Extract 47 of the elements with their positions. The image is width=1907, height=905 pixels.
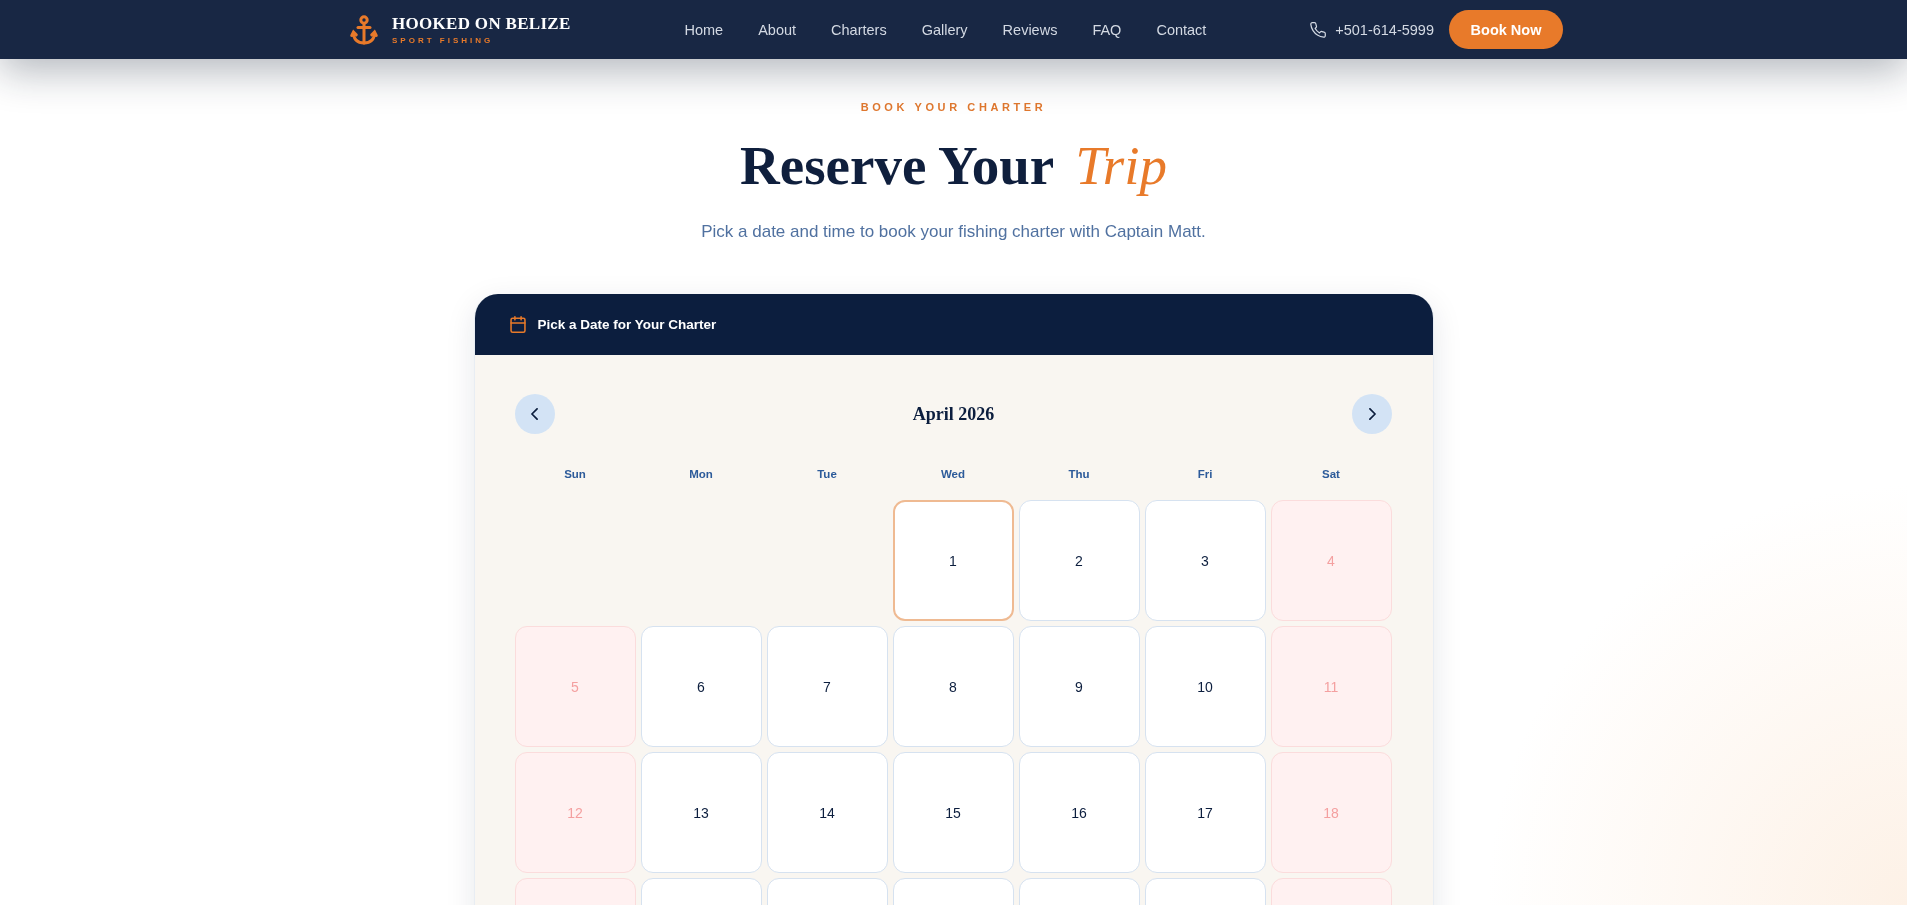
chevron-right-icon xyxy=(1369,408,1376,420)
day-cell[interactable]: 13 xyxy=(640,752,762,873)
day-cell[interactable]: 6 xyxy=(640,626,762,747)
month-title: April 2026 xyxy=(912,403,995,425)
phone-link[interactable]: +501-614-5999 xyxy=(1335,21,1434,38)
day-cell[interactable]: 17 xyxy=(1144,752,1266,873)
day-cell[interactable]: 2 xyxy=(1018,500,1140,621)
page-subtitle: Pick a date and time to book your fishing charter with Captain Matt. xyxy=(701,221,1206,243)
nav-link[interactable]: About xyxy=(758,21,797,38)
page-heading: Reserve Your Trip xyxy=(740,135,1167,197)
chevron-left-icon xyxy=(531,408,538,420)
logo-title[interactable]: HOOKED ON BELIZE xyxy=(392,14,571,33)
day-cell: 11 xyxy=(1270,626,1392,747)
next-month-button[interactable] xyxy=(1352,394,1393,434)
day-cell: 4 xyxy=(1270,500,1392,621)
weekday-label: Sun xyxy=(564,467,586,482)
nav-link[interactable]: Contact xyxy=(1156,21,1207,38)
day-cell[interactable]: 16 xyxy=(1018,752,1140,873)
phone-icon xyxy=(1310,21,1327,38)
nav-link[interactable]: FAQ xyxy=(1092,21,1122,38)
calendar-title: Pick a Date for Your Charter xyxy=(537,317,717,332)
nav-link[interactable]: Reviews xyxy=(1002,21,1058,38)
calendar-icon xyxy=(509,316,526,333)
day-cell[interactable]: 10 xyxy=(1144,626,1266,747)
day-cell[interactable]: 3 xyxy=(1144,500,1266,621)
weekday-label: Wed xyxy=(940,467,966,482)
day-cell[interactable]: 14 xyxy=(766,752,888,873)
anchor-icon xyxy=(350,14,378,45)
nav-link[interactable]: Gallery xyxy=(921,21,968,38)
day-cell: 5 xyxy=(514,626,636,747)
nav-link[interactable]: Home xyxy=(684,21,724,38)
day-cell[interactable]: 7 xyxy=(766,626,888,747)
previous-month-button[interactable] xyxy=(514,394,555,434)
weekday-label: Sat xyxy=(1322,467,1340,482)
weekday-label: Tue xyxy=(817,467,837,482)
day-cell: 12 xyxy=(514,752,636,873)
weekday-label: Fri xyxy=(1197,467,1213,482)
section-eyebrow: BOOK YOUR CHARTER xyxy=(860,100,1047,114)
weekday-label: Mon xyxy=(689,467,713,482)
day-cell[interactable]: 8 xyxy=(892,626,1014,747)
day-cell[interactable]: 9 xyxy=(1018,626,1140,747)
logo-tagline: SPORT FISHING xyxy=(392,35,495,45)
day-cell: 18 xyxy=(1270,752,1392,873)
day-cell[interactable]: 1 xyxy=(892,500,1014,621)
nav-link[interactable]: Charters xyxy=(831,21,887,38)
day-cell[interactable]: 15 xyxy=(892,752,1014,873)
weekday-label: Thu xyxy=(1068,467,1090,482)
